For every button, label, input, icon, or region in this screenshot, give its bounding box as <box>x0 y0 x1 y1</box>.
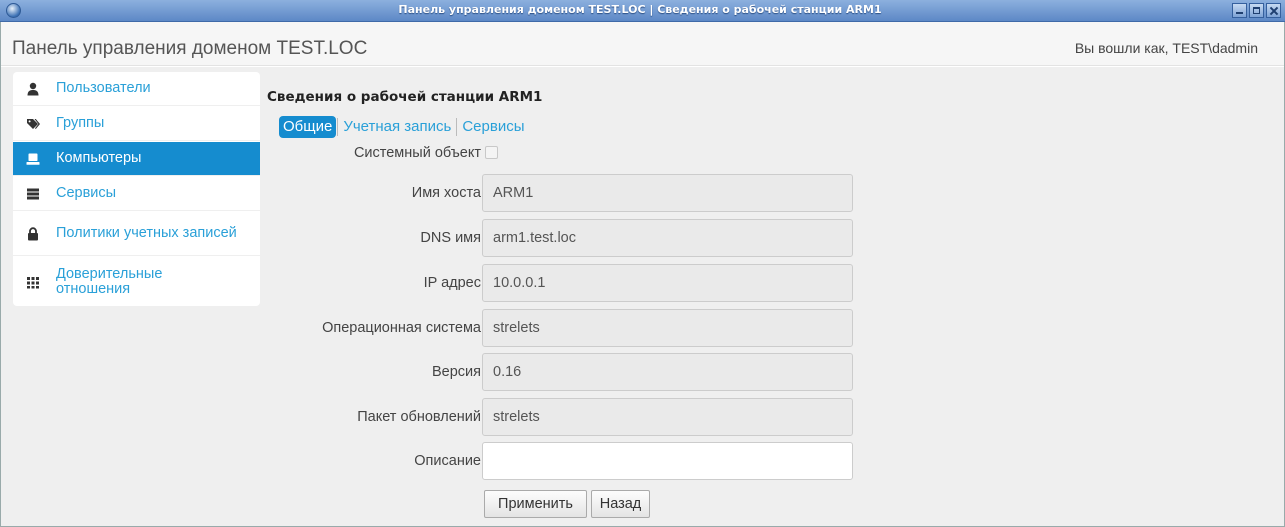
version-field[interactable]: 0.16 <box>482 353 853 391</box>
user-icon <box>27 82 39 95</box>
page-title: Сведения о рабочей станции ARM1 <box>267 89 543 105</box>
app-title: Панель управления доменом TEST.LOC <box>12 38 368 59</box>
ip-address-field[interactable]: 10.0.0.1 <box>482 264 853 302</box>
sidebar-item-account-policies[interactable]: Политики учетных записей <box>13 212 260 256</box>
apply-button[interactable]: Применить <box>484 490 587 518</box>
os-field[interactable]: strelets <box>482 309 853 347</box>
maximize-icon[interactable] <box>1249 3 1264 18</box>
sidebar-item-label: Группы <box>56 115 105 131</box>
service-pack-field[interactable]: strelets <box>482 398 853 436</box>
sidebar-item-label: Политики учетных записей <box>56 225 237 241</box>
tab-general[interactable]: Общие <box>279 116 337 138</box>
sidebar-item-groups[interactable]: Группы <box>13 107 260 141</box>
tab-account[interactable]: Учетная запись <box>339 116 455 138</box>
login-info: Вы вошли как, TEST\dadmin <box>1074 40 1258 56</box>
sidebar-item-users[interactable]: Пользователи <box>13 72 260 106</box>
service-pack-label: Пакет обновлений <box>357 409 481 425</box>
sidebar: Пользователи Группы Компьютеры Сервисы П… <box>13 72 260 306</box>
close-icon[interactable] <box>1266 3 1281 18</box>
back-button[interactable]: Назад <box>591 490 650 518</box>
app-icon[interactable] <box>6 3 21 18</box>
version-label: Версия <box>431 364 481 380</box>
sidebar-item-label: Пользователи <box>56 80 151 96</box>
os-label: Операционная система <box>322 320 481 336</box>
app-header: Панель управления доменом TEST.LOC Вы во… <box>1 22 1284 66</box>
sidebar-item-label: Доверительные отношения <box>56 265 163 297</box>
server-icon <box>27 188 39 199</box>
system-object-checkbox[interactable] <box>485 146 498 159</box>
ip-address-label: IP адрес <box>423 275 481 291</box>
dns-name-field[interactable]: arm1.test.loc <box>482 219 853 257</box>
tab-divider <box>456 118 458 136</box>
system-object-label: Системный объект <box>353 145 481 161</box>
tags-icon <box>27 118 40 129</box>
lock-icon <box>28 226 38 240</box>
sidebar-item-computers[interactable]: Компьютеры <box>13 142 260 176</box>
description-field[interactable] <box>482 442 853 480</box>
grid-icon <box>27 276 39 288</box>
tab-divider <box>337 118 339 136</box>
minimize-icon[interactable] <box>1232 3 1247 18</box>
tab-services[interactable]: Сервисы <box>458 116 528 138</box>
hostname-label: Имя хоста <box>411 185 481 201</box>
sidebar-item-label: Компьютеры <box>56 150 142 166</box>
window-title: Панель управления доменом TEST.LOC | Све… <box>398 3 882 16</box>
window-titlebar[interactable]: Панель управления доменом TEST.LOC | Све… <box>0 0 1285 22</box>
dns-name-label: DNS имя <box>420 230 481 246</box>
sidebar-item-services[interactable]: Сервисы <box>13 177 260 211</box>
hostname-field[interactable]: ARM1 <box>482 174 853 212</box>
sidebar-item-trusts[interactable]: Доверительные отношения <box>13 257 260 306</box>
computer-icon <box>26 153 40 165</box>
description-label: Описание <box>414 453 481 469</box>
sidebar-item-label: Сервисы <box>56 185 117 201</box>
tab-bar: Общие Учетная запись Сервисы <box>279 115 529 139</box>
